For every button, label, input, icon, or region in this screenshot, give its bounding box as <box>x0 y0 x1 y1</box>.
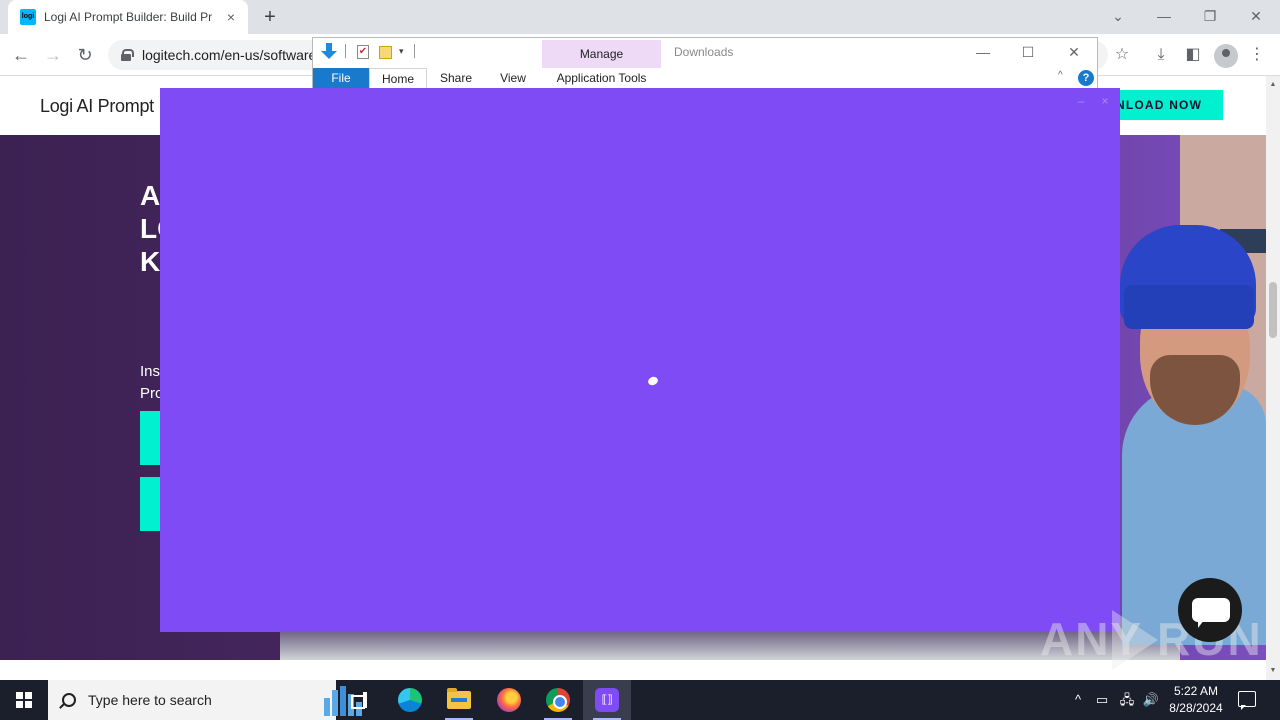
scroll-down-arrow-icon[interactable]: ▼ <box>1268 666 1278 676</box>
browser-tab-strip: logi Logi AI Prompt Builder: Build Pr × … <box>0 0 1280 34</box>
search-placeholder: Type here to search <box>88 692 212 708</box>
taskbar-file-explorer[interactable] <box>435 680 483 720</box>
back-arrow-icon[interactable]: ← <box>8 42 34 68</box>
task-view-button[interactable] <box>336 680 384 720</box>
scroll-up-arrow-icon[interactable]: ▲ <box>1268 80 1278 90</box>
new-tab-button[interactable]: + <box>258 6 282 28</box>
ribbon-tab-view[interactable]: View <box>489 68 537 89</box>
file-explorer-window: ✔ ▾ Manage Downloads — ☐ ✕ File Home Sha… <box>312 37 1098 89</box>
volume-icon[interactable]: 🔊 <box>1140 680 1162 720</box>
tab-search-chevron-icon[interactable]: ⌄ <box>1098 4 1138 28</box>
download-arrow-icon[interactable] <box>321 43 337 59</box>
address-bar-url: logitech.com/en-us/software <box>142 47 317 63</box>
taskbar-logi-app[interactable]: ⟦⟧ <box>583 680 631 720</box>
file-explorer-icon <box>447 688 471 709</box>
edge-icon <box>398 688 422 712</box>
notification-icon[interactable] <box>1238 691 1256 710</box>
chrome-icon <box>546 688 570 712</box>
taskbar-clock[interactable]: 5:22 AM 8/28/2024 <box>1160 683 1232 717</box>
properties-check-icon[interactable]: ✔ <box>357 45 369 59</box>
quick-access-dropdown-icon[interactable]: ▾ <box>399 46 404 57</box>
splash-minimize-icon[interactable]: – <box>1074 94 1088 108</box>
taskbar-edge[interactable] <box>386 680 434 720</box>
taskbar-search-box[interactable]: Type here to search <box>48 680 362 720</box>
taskbar: Type here to search ⟦⟧ ^ ▭ 🖧 🔊 5:22 AM 8… <box>0 680 1280 720</box>
loading-spinner-icon <box>646 375 660 387</box>
tray-overflow-chevron-icon[interactable]: ^ <box>1068 680 1088 720</box>
chat-bubble-icon <box>1192 598 1230 628</box>
star-icon[interactable]: ☆ <box>1109 42 1135 68</box>
lock-icon <box>120 49 134 61</box>
ribbon-collapse-icon[interactable]: ^ <box>1058 70 1063 81</box>
logi-favicon-icon: logi <box>20 9 36 25</box>
task-view-icon <box>351 692 369 709</box>
tab-close-icon[interactable]: × <box>222 8 240 26</box>
desktop-screen: logi Logi AI Prompt Builder: Build Pr × … <box>0 0 1280 720</box>
browser-minimize-button[interactable]: — <box>1144 4 1184 28</box>
manage-contextual-tab[interactable]: Manage <box>542 40 661 68</box>
menu-icon[interactable]: ⋮ <box>1244 42 1270 68</box>
taskbar-chrome[interactable] <box>534 680 582 720</box>
download-icon[interactable]: ⤓ <box>1148 42 1174 68</box>
clock-time: 5:22 AM <box>1173 684 1219 698</box>
windows-logo-icon <box>16 692 32 708</box>
tab-title: Logi AI Prompt Builder: Build Pr <box>44 10 213 24</box>
quick-access-separator <box>345 44 346 58</box>
browser-close-button[interactable]: ✕ <box>1236 4 1276 28</box>
tray-device-icon[interactable]: ▭ <box>1092 680 1112 720</box>
ribbon-tab-home[interactable]: Home <box>369 68 427 89</box>
explorer-close-button[interactable]: ✕ <box>1054 41 1094 63</box>
browser-restore-button[interactable]: ❐ <box>1190 4 1230 28</box>
firefox-icon <box>497 688 521 712</box>
forward-arrow-icon[interactable]: → <box>40 42 66 68</box>
new-folder-icon[interactable] <box>379 46 392 59</box>
sidebar-icon[interactable]: ◧ <box>1180 42 1206 68</box>
ribbon-tab-application-tools[interactable]: Application Tools <box>542 68 661 89</box>
explorer-window-title: Downloads <box>674 45 734 59</box>
explorer-minimize-button[interactable]: — <box>963 41 1003 63</box>
logi-ai-app-icon: ⟦⟧ <box>595 688 619 712</box>
ribbon-tab-file[interactable]: File <box>313 68 369 89</box>
clock-date: 8/28/2024 <box>1169 701 1223 715</box>
quick-access-separator <box>414 44 415 58</box>
site-logo[interactable]: Logi AI Prompt <box>40 96 154 117</box>
profile-icon[interactable] <box>1214 44 1238 68</box>
explorer-maximize-button[interactable]: ☐ <box>1008 41 1048 63</box>
splash-close-icon[interactable]: × <box>1098 94 1112 108</box>
browser-tab[interactable]: logi Logi AI Prompt Builder: Build Pr × <box>8 0 248 34</box>
scroll-thumb[interactable] <box>1269 282 1277 338</box>
help-icon[interactable]: ? <box>1078 70 1094 86</box>
ribbon-tab-share[interactable]: Share <box>431 68 481 89</box>
app-splash-window: – × <box>160 88 1120 632</box>
network-icon[interactable]: 🖧 <box>1116 680 1138 720</box>
hero-person-beanie-band <box>1124 285 1254 329</box>
start-button[interactable] <box>0 680 48 720</box>
search-icon <box>62 693 76 707</box>
taskbar-firefox[interactable] <box>485 680 533 720</box>
reload-icon[interactable]: ↻ <box>72 42 98 68</box>
page-scrollbar[interactable]: ▲ ▼ <box>1266 76 1280 680</box>
